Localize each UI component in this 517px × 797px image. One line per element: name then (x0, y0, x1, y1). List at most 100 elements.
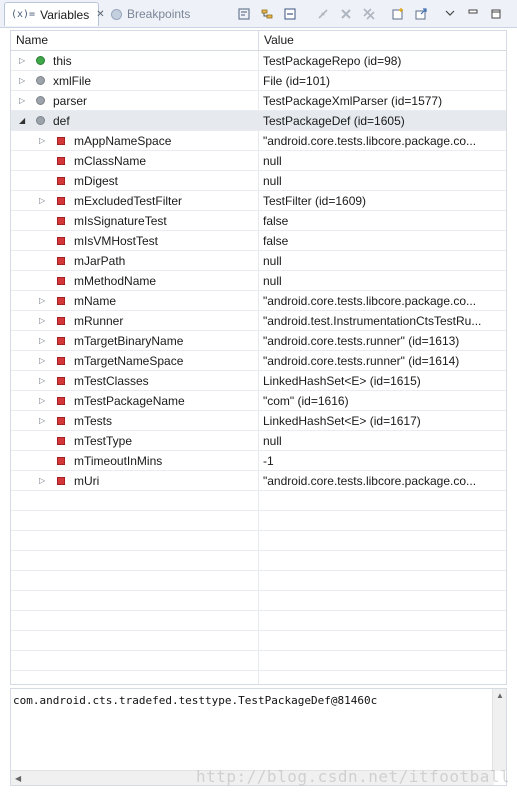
variable-value[interactable]: "android.core.tests.libcore.package.co..… (259, 471, 506, 490)
expand-arrow-icon[interactable]: ▷ (39, 316, 47, 326)
row-name-cell[interactable]: ▷ mUri (11, 471, 259, 490)
table-row[interactable]: ◢ def TestPackageDef (id=1605) (11, 111, 506, 131)
row-name-cell[interactable]: mTimeoutInMins (11, 451, 259, 470)
remove-icon[interactable] (338, 6, 354, 22)
variable-value[interactable]: File (id=101) (259, 71, 506, 90)
view-menu-icon[interactable] (442, 6, 458, 22)
row-name-cell[interactable]: ▷ this (11, 51, 259, 70)
variable-value[interactable]: "com" (id=1616) (259, 391, 506, 410)
maximize-icon[interactable] (488, 6, 504, 22)
expand-arrow-icon[interactable]: ▷ (19, 76, 27, 86)
disconnect-icon[interactable] (315, 6, 331, 22)
expand-arrow-icon[interactable]: ▷ (39, 416, 47, 426)
vertical-scrollbar[interactable]: ▲ (492, 689, 506, 771)
row-name-cell[interactable]: mIsVMHostTest (11, 231, 259, 250)
row-name-cell[interactable]: mClassName (11, 151, 259, 170)
variable-value[interactable]: "android.core.tests.libcore.package.co..… (259, 291, 506, 310)
expand-arrow-icon[interactable]: ▷ (39, 356, 47, 366)
variable-value[interactable]: null (259, 171, 506, 190)
table-row[interactable]: mClassName null (11, 151, 506, 171)
variable-value[interactable]: null (259, 431, 506, 450)
expand-arrow-icon[interactable]: ▷ (39, 136, 47, 146)
variable-value[interactable]: "android.test.InstrumentationCtsTestRu..… (259, 311, 506, 330)
row-name-cell[interactable]: ▷ mTargetBinaryName (11, 331, 259, 350)
table-row[interactable]: mIsVMHostTest false (11, 231, 506, 251)
row-name-cell[interactable]: mTestType (11, 431, 259, 450)
row-name-cell[interactable]: ▷ mTargetNameSpace (11, 351, 259, 370)
variable-value[interactable]: "android.core.tests.libcore.package.co..… (259, 131, 506, 150)
row-name-cell[interactable]: ▷ mAppNameSpace (11, 131, 259, 150)
row-name-cell[interactable]: ▷ mTestPackageName (11, 391, 259, 410)
close-icon[interactable]: ✕ (96, 9, 104, 20)
table-row[interactable]: ▷ mAppNameSpace "android.core.tests.libcor… (11, 131, 506, 151)
expand-arrow-icon[interactable]: ▷ (39, 476, 47, 486)
expand-arrow-icon[interactable]: ▷ (39, 376, 47, 386)
table-row[interactable]: ▷ mTargetBinaryName "android.core.tests.ru… (11, 331, 506, 351)
export-icon[interactable] (413, 6, 429, 22)
row-name-cell[interactable]: mDigest (11, 171, 259, 190)
variable-value[interactable]: TestPackageXmlParser (id=1577) (259, 91, 506, 110)
variable-value[interactable]: -1 (259, 451, 506, 470)
table-row[interactable]: ▷ xmlFile File (id=101) (11, 71, 506, 91)
variable-value[interactable]: null (259, 251, 506, 270)
expand-arrow-icon[interactable]: ▷ (19, 96, 27, 106)
show-type-names-icon[interactable] (236, 6, 252, 22)
expand-arrow-icon[interactable]: ▷ (19, 56, 27, 66)
expand-arrow-icon[interactable]: ▷ (39, 336, 47, 346)
detail-pane[interactable]: com.android.cts.tradefed.testtype.TestPa… (10, 688, 507, 786)
row-name-cell[interactable]: ▷ mTests (11, 411, 259, 430)
table-row[interactable]: ▷ mTargetNameSpace "android.core.tests.run… (11, 351, 506, 371)
row-name-cell[interactable]: mJarPath (11, 251, 259, 270)
table-row[interactable]: ▷ mRunner "android.test.InstrumentationCts… (11, 311, 506, 331)
expand-arrow-icon[interactable]: ▷ (39, 196, 47, 206)
row-name-cell[interactable]: ▷ mName (11, 291, 259, 310)
variable-value[interactable]: "android.core.tests.runner" (id=1614) (259, 351, 506, 370)
tab-variables[interactable]: (x)= Variables ✕ (4, 2, 105, 26)
row-name-cell[interactable]: ▷ mRunner (11, 311, 259, 330)
row-name-cell[interactable]: ▷ mTestClasses (11, 371, 259, 390)
variable-value[interactable]: LinkedHashSet<E> (id=1615) (259, 371, 506, 390)
table-row[interactable]: mDigest null (11, 171, 506, 191)
table-row[interactable]: mTestType null (11, 431, 506, 451)
variable-value[interactable]: TestFilter (id=1609) (259, 191, 506, 210)
table-row[interactable]: ▷ mTestPackageName "com" (id=1616) (11, 391, 506, 411)
table-row[interactable]: mMethodName null (11, 271, 506, 291)
row-name-cell[interactable]: mIsSignatureTest (11, 211, 259, 230)
variable-value[interactable]: LinkedHashSet<E> (id=1617) (259, 411, 506, 430)
table-row[interactable]: ▷ mExcludedTestFilter TestFilter (id=1609) (11, 191, 506, 211)
remove-all-icon[interactable] (361, 6, 377, 22)
column-header-value[interactable]: Value (259, 31, 506, 51)
table-row[interactable]: ▷ mUri "android.core.tests.libcore.package… (11, 471, 506, 491)
variable-value[interactable]: TestPackageDef (id=1605) (259, 111, 506, 130)
table-row[interactable]: mIsSignatureTest false (11, 211, 506, 231)
show-logical-structure-icon[interactable] (259, 6, 275, 22)
row-name-cell[interactable]: mMethodName (11, 271, 259, 290)
row-name-cell[interactable]: ▷ parser (11, 91, 259, 110)
table-row[interactable]: ▷ mName "android.core.tests.libcore.packag… (11, 291, 506, 311)
table-row[interactable]: ▷ mTests LinkedHashSet<E> (id=1617) (11, 411, 506, 431)
detail-text[interactable]: com.android.cts.tradefed.testtype.TestPa… (13, 694, 377, 707)
variable-value[interactable]: false (259, 211, 506, 230)
collapse-arrow-icon[interactable]: ◢ (19, 116, 27, 126)
row-name-cell[interactable]: ◢ def (11, 111, 259, 130)
scroll-left-icon[interactable]: ◀ (15, 774, 21, 783)
scroll-up-icon[interactable]: ▲ (496, 691, 504, 700)
row-name-cell[interactable]: ▷ xmlFile (11, 71, 259, 90)
table-row[interactable]: mTimeoutInMins -1 (11, 451, 506, 471)
expand-arrow-icon[interactable]: ▷ (39, 396, 47, 406)
variable-value[interactable]: TestPackageRepo (id=98) (259, 51, 506, 70)
new-watch-icon[interactable] (390, 6, 406, 22)
variable-value[interactable]: null (259, 271, 506, 290)
table-row[interactable]: ▷ mTestClasses LinkedHashSet<E> (id=1615) (11, 371, 506, 391)
table-row[interactable]: ▷ this TestPackageRepo (id=98) (11, 51, 506, 71)
minimize-icon[interactable] (465, 6, 481, 22)
variable-value[interactable]: false (259, 231, 506, 250)
table-row[interactable]: mJarPath null (11, 251, 506, 271)
variable-value[interactable]: null (259, 151, 506, 170)
column-header-name[interactable]: Name (11, 31, 259, 51)
tab-breakpoints[interactable]: Breakpoints (105, 2, 196, 26)
variable-value[interactable]: "android.core.tests.runner" (id=1613) (259, 331, 506, 350)
collapse-all-icon[interactable] (282, 6, 298, 22)
expand-arrow-icon[interactable]: ▷ (39, 296, 47, 306)
table-row[interactable]: ▷ parser TestPackageXmlParser (id=1577) (11, 91, 506, 111)
